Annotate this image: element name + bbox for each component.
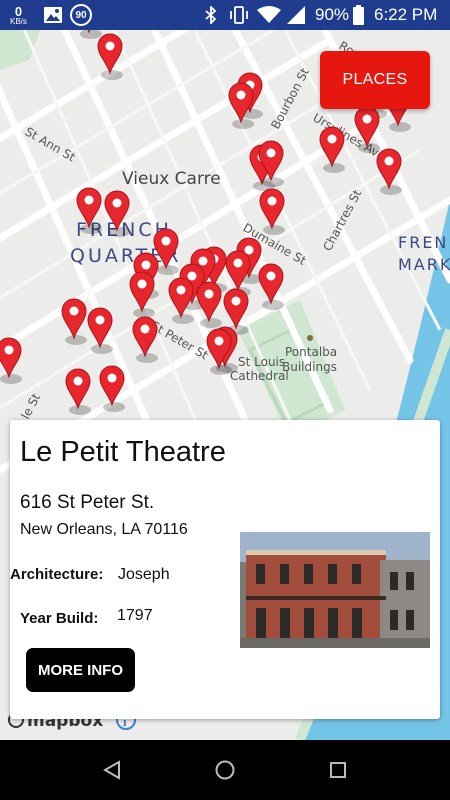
place-photo <box>240 532 430 648</box>
place-title: Le Petit Theatre <box>20 436 226 468</box>
vibrate-icon <box>228 0 250 30</box>
map-label-st-louis-1: St Louis <box>238 355 285 369</box>
map-label-frenchmen-1: FREN <box>398 233 448 252</box>
map-label-frenchmen-2: MARK <box>398 255 450 274</box>
battery-percent: 90% <box>315 5 350 24</box>
year-value: 1797 <box>117 607 153 624</box>
clock: 6:22 PM <box>374 5 438 24</box>
map-label-pontalba-2: Buildings <box>282 360 337 374</box>
net-speed-unit: KB/s <box>10 16 27 26</box>
map-label-st-louis-2: Cathedral <box>230 369 289 383</box>
back-icon[interactable] <box>96 754 128 786</box>
navigation-bar <box>0 740 450 800</box>
battery-icon <box>353 0 364 30</box>
address-line-1: 616 St Peter St. <box>20 492 155 513</box>
place-info-card: Le Petit Theatre 616 St Peter St. New Or… <box>10 420 440 719</box>
status-bar: 0 KB/s 90 90% 6:22 PM <box>0 0 450 30</box>
architecture-value: Joseph <box>118 566 170 583</box>
address-line-2: New Orleans, LA 70116 <box>20 521 188 538</box>
net-speed-value: 0 <box>14 3 23 19</box>
places-button[interactable]: PLACES <box>320 51 430 109</box>
bluetooth-icon <box>205 0 217 30</box>
speed-limit-icon: 90 <box>70 0 92 30</box>
signal-icon <box>287 0 305 30</box>
image-icon <box>44 0 62 30</box>
pontalba-dot <box>307 335 313 341</box>
wifi-icon <box>257 0 281 30</box>
year-label: Year Build: <box>20 610 99 627</box>
map-label-vieux-carre: Vieux Carre <box>122 169 221 189</box>
home-icon[interactable] <box>209 754 241 786</box>
recents-icon[interactable] <box>322 754 354 786</box>
more-info-button[interactable]: MORE INFO <box>26 648 135 692</box>
speed-limit-value: 90 <box>70 4 92 26</box>
map-label-pontalba-1: Pontalba <box>285 345 337 359</box>
net-speed-icon: 0 KB/s <box>10 0 27 30</box>
architecture-label: Architecture: <box>10 566 104 583</box>
